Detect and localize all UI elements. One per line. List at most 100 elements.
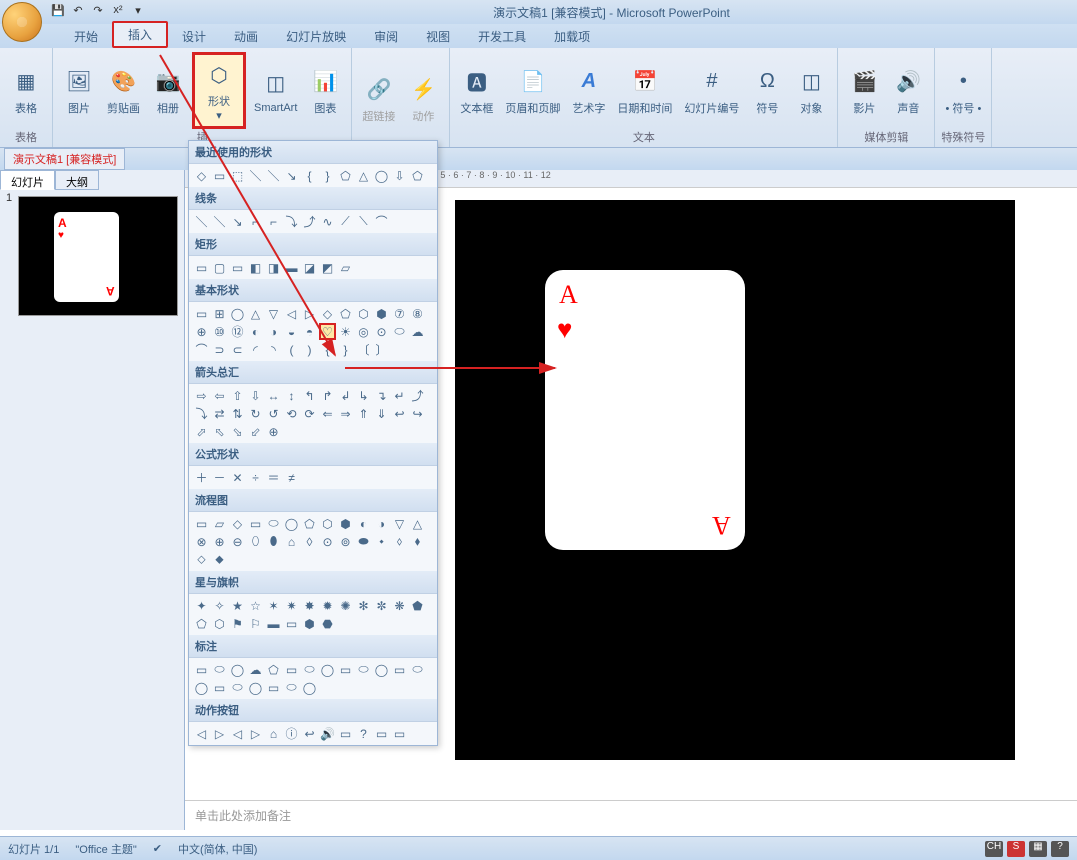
- shape-item[interactable]: ⇨: [193, 387, 210, 404]
- btn-shapes[interactable]: ⬡形状▾: [192, 52, 246, 129]
- shape-item[interactable]: ⇐: [319, 405, 336, 422]
- shape-item[interactable]: ⬠: [193, 615, 210, 632]
- shape-item[interactable]: ▭: [247, 515, 264, 532]
- shape-item[interactable]: ⬠: [265, 661, 282, 678]
- shape-item[interactable]: ◨: [265, 259, 282, 276]
- shape-item[interactable]: ⌂: [265, 725, 282, 742]
- shape-item[interactable]: ☀: [337, 323, 354, 340]
- shape-item[interactable]: ＼: [193, 213, 210, 230]
- btn-object[interactable]: ◫对象: [791, 64, 831, 118]
- shape-item[interactable]: ▭: [283, 615, 300, 632]
- shape-item[interactable]: ⬢: [301, 615, 318, 632]
- shape-item[interactable]: ⬠: [409, 167, 426, 184]
- shape-item[interactable]: ☁: [247, 661, 264, 678]
- tab-addin[interactable]: 加载项: [540, 25, 604, 48]
- shape-item[interactable]: ⊃: [211, 341, 228, 358]
- shape-item[interactable]: ▭: [373, 725, 390, 742]
- shape-item[interactable]: ＼: [247, 167, 264, 184]
- tab-slides[interactable]: 幻灯片: [0, 170, 55, 190]
- shape-item[interactable]: －: [211, 469, 228, 486]
- shape-item[interactable]: ⌂: [283, 533, 300, 550]
- shape-item[interactable]: ◁: [229, 725, 246, 742]
- tab-home[interactable]: 开始: [60, 25, 112, 48]
- ime-ch[interactable]: CH: [985, 841, 1003, 857]
- shape-item[interactable]: ⬯: [247, 533, 264, 550]
- shape-item[interactable]: ◯: [319, 661, 336, 678]
- shape-item[interactable]: ⇦: [211, 387, 228, 404]
- btn-smartart[interactable]: ◫SmartArt: [250, 66, 301, 116]
- shape-item[interactable]: ▭: [391, 725, 408, 742]
- btn-datetime[interactable]: 📅日期和时间: [613, 64, 676, 118]
- shape-item[interactable]: ✸: [301, 597, 318, 614]
- shape-item[interactable]: }: [319, 167, 336, 184]
- shape-item[interactable]: ⬥: [211, 551, 228, 568]
- shape-item[interactable]: ?: [355, 725, 372, 742]
- status-lang[interactable]: 中文(简体, 中国): [178, 841, 257, 857]
- shape-item[interactable]: ⬨: [391, 533, 408, 550]
- shape-item[interactable]: ◑: [265, 323, 282, 340]
- shape-item[interactable]: ◊: [301, 533, 318, 550]
- shape-item[interactable]: ⤵: [193, 405, 210, 422]
- shape-item[interactable]: ⊞: [211, 305, 228, 322]
- shape-item[interactable]: ÷: [247, 469, 264, 486]
- shape-item[interactable]: }: [337, 341, 354, 358]
- shape-item[interactable]: ⊕: [193, 323, 210, 340]
- shape-item[interactable]: ⬠: [337, 305, 354, 322]
- shape-item[interactable]: ◇: [229, 515, 246, 532]
- shape-item[interactable]: ▭: [337, 661, 354, 678]
- shape-item[interactable]: ⬧: [409, 533, 426, 550]
- shapes-dropdown[interactable]: 最近使用的形状 ◇▭⬚＼＼↘{}⬠△◯⇩⬠ 线条 ＼＼↘⌐⌐⤵⤴∿⟋⟍⌒ 矩形 …: [188, 140, 438, 746]
- shape-item[interactable]: {: [301, 167, 318, 184]
- shape-item[interactable]: ★: [229, 597, 246, 614]
- shape-item[interactable]: ＋: [193, 469, 210, 486]
- qat-sup-icon[interactable]: x²: [110, 4, 126, 20]
- shape-item[interactable]: ◯: [373, 661, 390, 678]
- shape-item[interactable]: ❋: [391, 597, 408, 614]
- shape-item[interactable]: ✕: [229, 469, 246, 486]
- shape-item[interactable]: ⤴: [409, 387, 426, 404]
- shape-item[interactable]: ◁: [283, 305, 300, 322]
- tab-view[interactable]: 视图: [412, 25, 464, 48]
- shape-item[interactable]: ↴: [373, 387, 390, 404]
- shape-item[interactable]: 🔊: [319, 725, 336, 742]
- shape-item[interactable]: ⑦: [391, 305, 408, 322]
- shape-item[interactable]: ◜: [247, 341, 264, 358]
- shape-item[interactable]: ◯: [373, 167, 390, 184]
- shape-item[interactable]: ▽: [265, 305, 282, 322]
- shape-item[interactable]: ⬭: [301, 661, 318, 678]
- shape-item[interactable]: ◎: [355, 323, 372, 340]
- shape-item[interactable]: ⬬: [355, 533, 372, 550]
- shape-item[interactable]: ▭: [337, 725, 354, 742]
- shape-item[interactable]: ◁: [193, 725, 210, 742]
- shape-item[interactable]: △: [355, 167, 372, 184]
- shape-item[interactable]: ⬢: [373, 305, 390, 322]
- shape-item[interactable]: ⬣: [319, 615, 336, 632]
- btn-album[interactable]: 📷相册: [148, 64, 188, 118]
- shape-item[interactable]: ⊚: [337, 533, 354, 550]
- shape-item[interactable]: ✼: [373, 597, 390, 614]
- shape-item[interactable]: ✹: [319, 597, 336, 614]
- shape-item[interactable]: ⇧: [229, 387, 246, 404]
- shape-item[interactable]: ◯: [247, 679, 264, 696]
- ime-grid[interactable]: ▦: [1029, 841, 1047, 857]
- qat-save-icon[interactable]: 💾: [50, 4, 66, 20]
- shape-item[interactable]: ⬀: [193, 423, 210, 440]
- shape-item[interactable]: ⬦: [193, 551, 210, 568]
- status-spellcheck-icon[interactable]: ✔: [153, 842, 162, 855]
- shape-item[interactable]: ✧: [211, 597, 228, 614]
- shape-item[interactable]: ⇓: [373, 405, 390, 422]
- tab-insert[interactable]: 插入: [112, 21, 168, 48]
- shape-item[interactable]: ⊕: [265, 423, 282, 440]
- ime-help[interactable]: ?: [1051, 841, 1069, 857]
- shape-item[interactable]: ↔: [265, 387, 282, 404]
- shape-item[interactable]: ▭: [193, 259, 210, 276]
- qat-redo-icon[interactable]: ↷: [90, 4, 106, 20]
- shape-item[interactable]: ⊕: [211, 533, 228, 550]
- shape-item[interactable]: ⊙: [373, 323, 390, 340]
- shape-item[interactable]: ⬭: [283, 679, 300, 696]
- shape-item[interactable]: ↩: [391, 405, 408, 422]
- shape-item[interactable]: ✶: [265, 597, 282, 614]
- btn-headerfooter[interactable]: 📄页眉和页脚: [501, 64, 564, 118]
- shape-item[interactable]: ↺: [265, 405, 282, 422]
- shape-item[interactable]: ⬭: [409, 661, 426, 678]
